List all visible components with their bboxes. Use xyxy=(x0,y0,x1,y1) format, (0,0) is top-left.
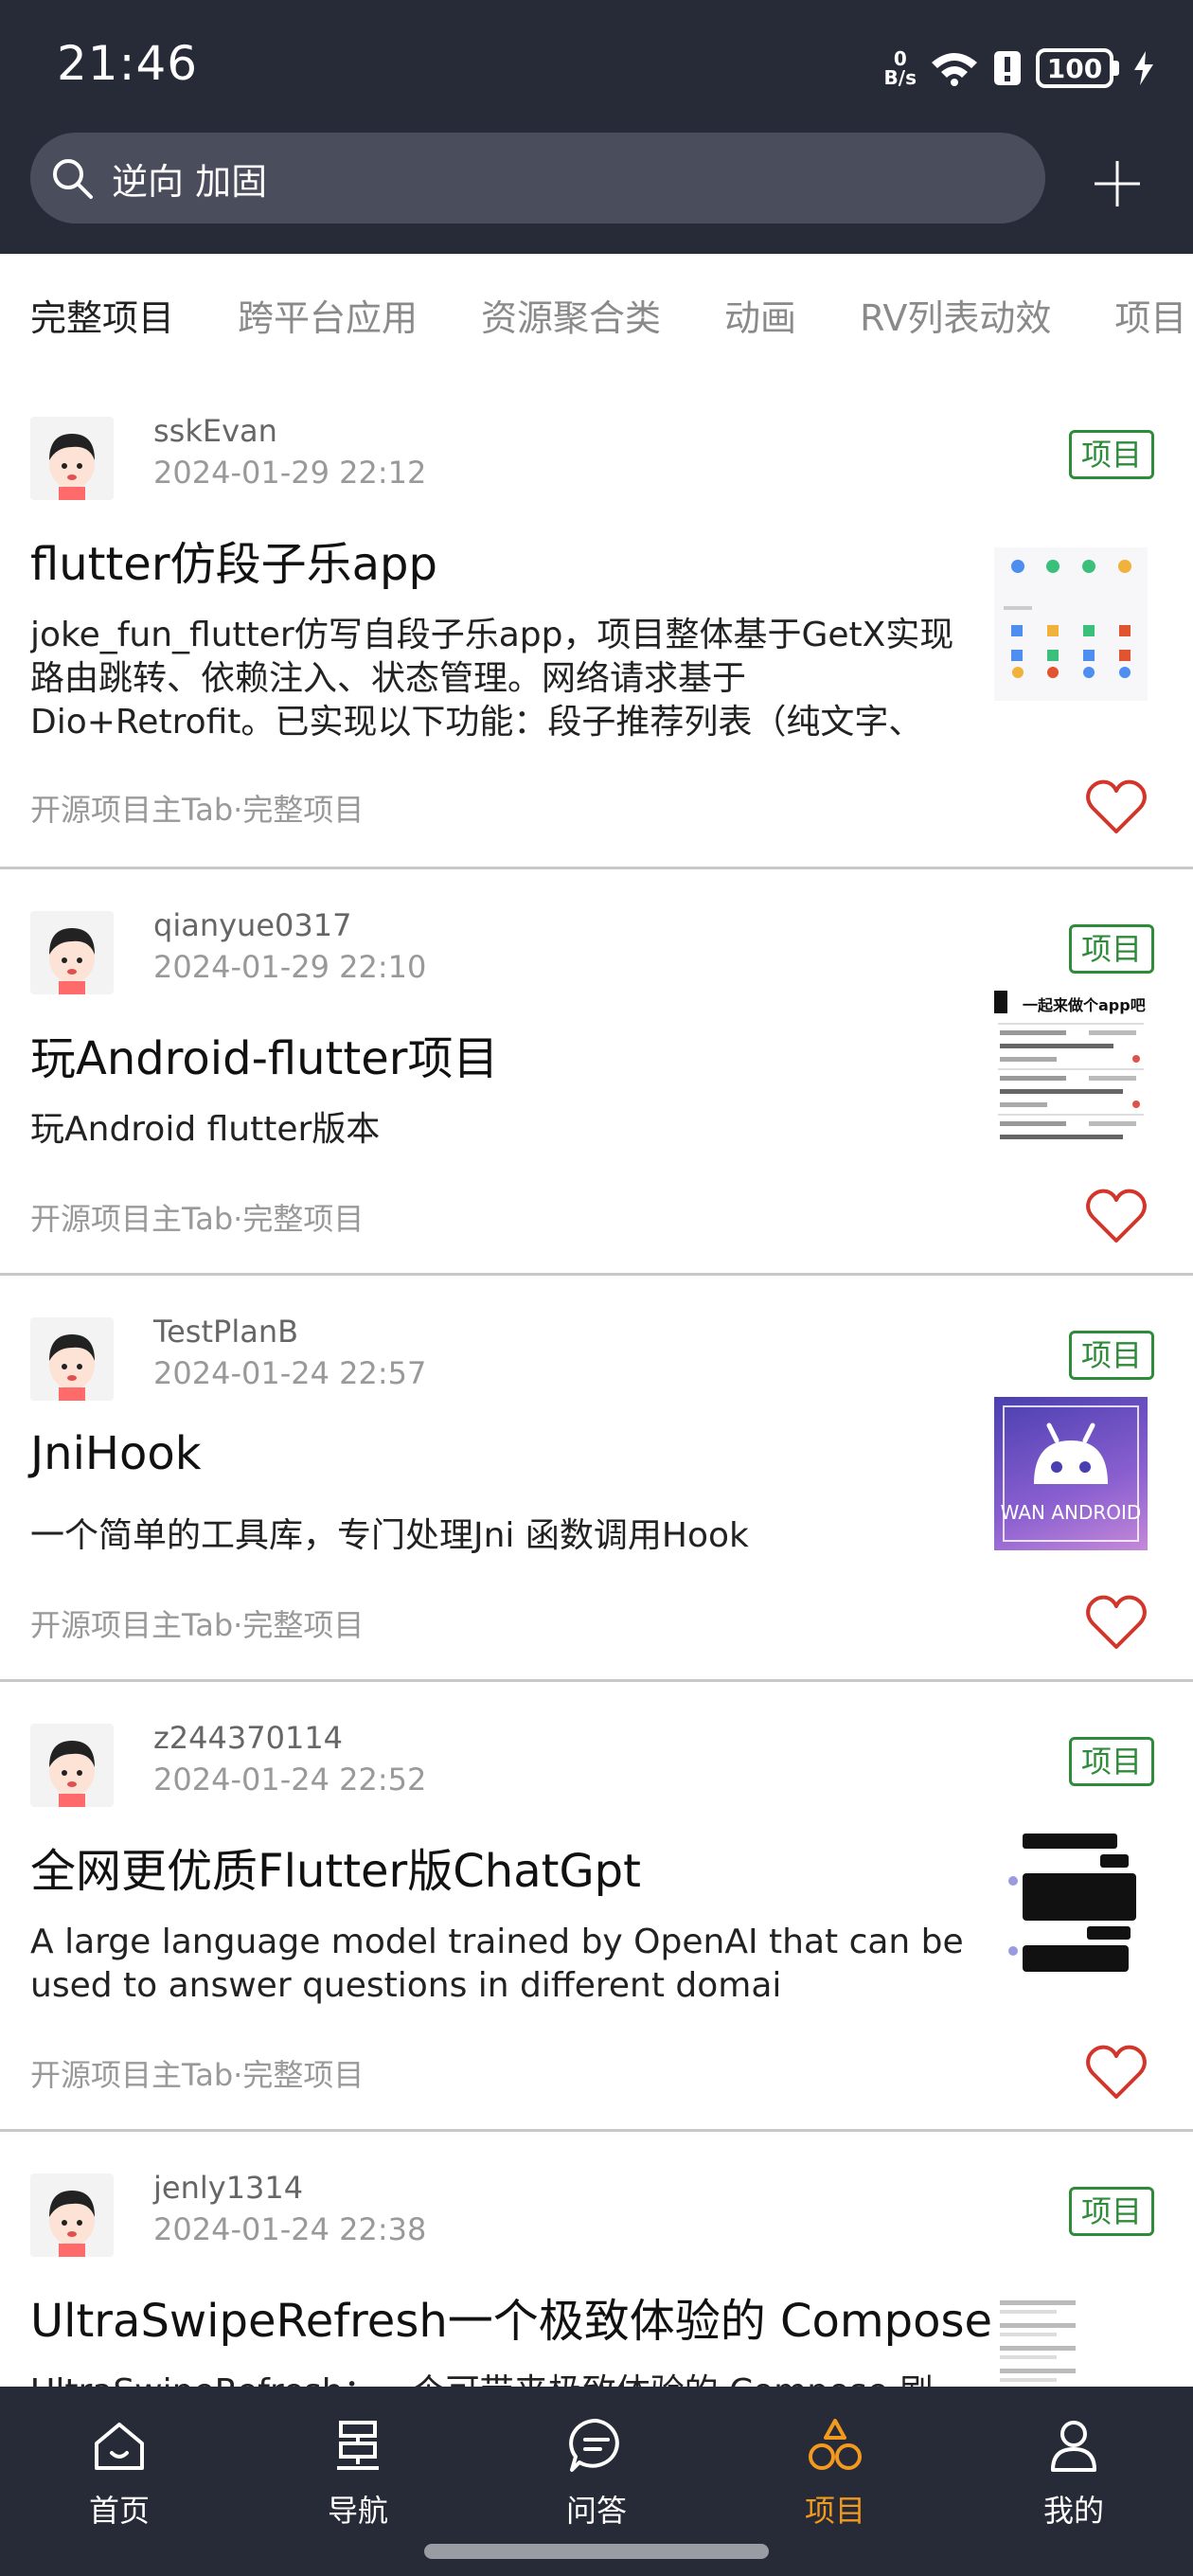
wifi-icon xyxy=(932,53,977,86)
article-thumbnail xyxy=(994,547,1148,701)
nav-label-qa: 问答 xyxy=(565,2493,627,2529)
article-list: sskEvan 2024-01-29 22:12 项目 flutter仿段子乐a… xyxy=(0,375,1193,2387)
project-tag[interactable]: 项目 xyxy=(1069,430,1155,479)
article-card[interactable]: z244370114 2024-01-24 22:52 项目 全网更优质Flut… xyxy=(0,1682,1193,2132)
status-time: 21:46 xyxy=(57,36,199,91)
publish-date: 2024-01-29 22:10 xyxy=(153,949,427,985)
chat-bubble-icon xyxy=(569,2418,619,2472)
chapter-label[interactable]: 开源项目主Tab·完整项目 xyxy=(30,2051,364,2095)
article-description: 玩Android flutter版本 xyxy=(30,1110,381,1149)
article-description: A large language model trained by OpenAI… xyxy=(30,1923,964,2005)
heart-icon[interactable] xyxy=(1085,1188,1148,1244)
signpost-icon xyxy=(337,2421,379,2470)
avatar-icon xyxy=(49,1334,95,1401)
project-tag[interactable]: 项目 xyxy=(1069,1331,1155,1380)
search-query: 逆向 加固 xyxy=(112,160,268,203)
top-bar: 21:46 0 B/s 100 逆向 加固 xyxy=(0,0,1193,254)
author-name[interactable]: sskEvan xyxy=(153,413,277,449)
article-card[interactable]: TestPlanB 2024-01-24 22:57 项目 JniHook 一个… xyxy=(0,1276,1193,1682)
battery-level: 100 xyxy=(1046,52,1103,84)
tab-complete-projects[interactable]: 完整项目 xyxy=(30,289,174,341)
chapter-label[interactable]: 开源项目主Tab·完整项目 xyxy=(30,1601,364,1645)
avatar xyxy=(30,1317,114,1401)
nav-label-mine: 我的 xyxy=(1042,2493,1104,2529)
nav-label-home: 首页 xyxy=(88,2493,150,2529)
chapter-label[interactable]: 开源项目主Tab·完整项目 xyxy=(30,786,364,830)
net-speed-unit: B/s xyxy=(883,66,917,89)
nav-mine[interactable]: 我的 xyxy=(954,2387,1193,2576)
article-title: 全网更优质Flutter版ChatGpt xyxy=(30,1845,641,1898)
author-name[interactable]: TestPlanB xyxy=(153,1314,298,1350)
avatar xyxy=(30,1724,114,1807)
search-bar[interactable]: 逆向 加固 xyxy=(30,133,1045,224)
shapes-icon xyxy=(809,2419,862,2470)
heart-icon[interactable] xyxy=(1085,2044,1148,2101)
chapter-label[interactable]: 开源项目主Tab·完整项目 xyxy=(30,1195,364,1239)
avatar-icon xyxy=(49,1741,95,1807)
heart-icon[interactable] xyxy=(1085,1594,1148,1651)
add-icon[interactable] xyxy=(1089,155,1146,212)
tab-rv-list-effects[interactable]: RV列表动效 xyxy=(860,289,1051,341)
home-indicator[interactable] xyxy=(424,2544,769,2559)
article-description: 一个简单的工具库，专门处理Jni 函数调用Hook xyxy=(30,1516,749,1555)
article-title: flutter仿段子乐app xyxy=(30,538,437,591)
avatar xyxy=(30,417,114,500)
article-title: 玩Android-flutter项目 xyxy=(30,1032,499,1085)
avatar-icon xyxy=(49,434,95,500)
app-screenshot-thumbnail xyxy=(998,1023,1144,1139)
publish-date: 2024-01-24 22:57 xyxy=(153,1355,427,1391)
article-thumbnail xyxy=(994,1828,1148,1981)
net-speed-value: 0 xyxy=(893,47,907,70)
tab-cross-platform[interactable]: 跨平台应用 xyxy=(238,289,418,341)
tab-projects[interactable]: 项目 xyxy=(1114,289,1186,341)
person-icon xyxy=(1051,2421,1096,2472)
article-thumbnail: 一起来做个app吧 xyxy=(994,991,1148,1144)
nav-label-guide: 导航 xyxy=(327,2493,388,2529)
android-logo-icon xyxy=(1003,1405,1139,1542)
article-card[interactable]: qianyue0317 2024-01-29 22:10 项目 玩Android… xyxy=(0,869,1193,1276)
tab-resource-aggregation[interactable]: 资源聚合类 xyxy=(481,289,661,341)
avatar-icon xyxy=(49,2191,95,2257)
project-tag[interactable]: 项目 xyxy=(1069,1737,1155,1786)
article-thumbnail: WAN ANDROID xyxy=(994,1397,1148,1550)
battery-indicator: 100 xyxy=(1036,48,1119,88)
author-name[interactable]: z244370114 xyxy=(153,1720,343,1756)
project-tag[interactable]: 项目 xyxy=(1069,2187,1155,2236)
alert-icon xyxy=(994,51,1021,85)
publish-date: 2024-01-29 22:12 xyxy=(153,455,427,491)
category-tabs: 完整项目 跨平台应用 资源聚合类 动画 RV列表动效 项目 xyxy=(0,254,1193,375)
publish-date: 2024-01-24 22:38 xyxy=(153,2211,427,2247)
chat-screenshot-thumbnail xyxy=(1008,1834,1136,1972)
nav-home[interactable]: 首页 xyxy=(0,2387,239,2576)
list-screenshot-thumbnail xyxy=(1000,2300,1076,2382)
publish-date: 2024-01-24 22:52 xyxy=(153,1762,427,1798)
article-card[interactable]: sskEvan 2024-01-29 22:12 项目 flutter仿段子乐a… xyxy=(0,375,1193,869)
app-screenshot-thumbnail xyxy=(1004,560,1131,678)
project-tag[interactable]: 项目 xyxy=(1069,924,1155,974)
article-title: UltraSwipeRefresh一个极致体验的 Compose xyxy=(30,2295,993,2348)
search-icon xyxy=(53,159,93,199)
avatar xyxy=(30,911,114,994)
heart-icon[interactable] xyxy=(1085,778,1148,835)
thumbnail-caption: WAN ANDROID xyxy=(1000,1501,1142,1524)
article-card[interactable]: jenly1314 2024-01-24 22:38 项目 UltraSwipe… xyxy=(0,2132,1193,2387)
author-name[interactable]: jenly1314 xyxy=(153,2170,303,2206)
avatar xyxy=(30,2174,114,2257)
avatar-icon xyxy=(49,928,95,994)
article-description: UltraSwipeRefresh：一个可带来极致体验的 Compose 刷 xyxy=(30,2370,968,2387)
tab-animation[interactable]: 动画 xyxy=(724,289,796,341)
article-thumbnail xyxy=(994,2295,1148,2387)
charging-icon xyxy=(1134,51,1153,85)
article-description: joke_fun_flutter仿写自段子乐app，项目整体基于GetX实现路由… xyxy=(30,616,954,742)
home-icon xyxy=(95,2423,144,2470)
author-name[interactable]: qianyue0317 xyxy=(153,907,351,943)
status-icons: 0 B/s 100 xyxy=(884,44,1155,93)
nav-label-projects: 项目 xyxy=(804,2493,865,2529)
article-title: JniHook xyxy=(30,1427,202,1480)
net-speed: 0 B/s xyxy=(884,49,917,87)
